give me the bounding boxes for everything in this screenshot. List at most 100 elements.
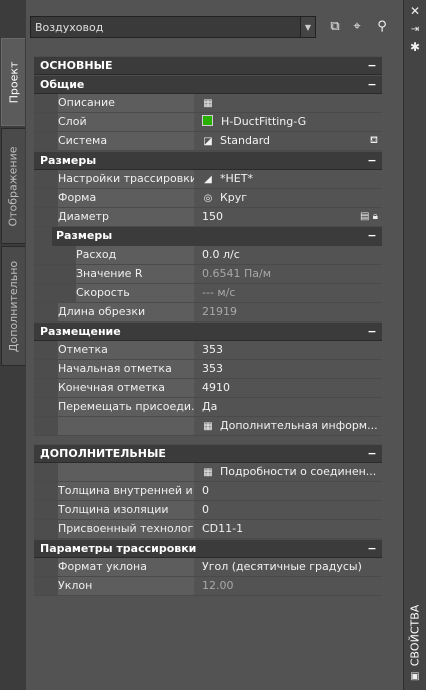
chevron-down-icon[interactable]: ▼ — [300, 17, 315, 37]
table-icon[interactable]: ▦ — [202, 464, 214, 481]
category-basic[interactable]: ОСНОВНЫЕ − — [34, 56, 382, 75]
row-gutter — [34, 246, 76, 264]
prop-label: Конечная отметка — [58, 379, 194, 397]
prop-slope-format[interactable]: Формат уклона Угол (десятичные градусы) — [34, 558, 382, 577]
add-selection-icon[interactable]: ⧉ — [326, 18, 344, 36]
category-sizes[interactable]: Размеры − — [34, 151, 382, 170]
prop-label — [58, 417, 194, 435]
slope-format-value[interactable]: Угол (десятичные градусы) — [202, 558, 382, 576]
inner-thickness-value[interactable]: 0 — [202, 482, 382, 500]
collapse-icon[interactable]: − — [366, 227, 378, 245]
layer-value: H-DuctFitting-G — [221, 115, 307, 128]
r-value: 0.6541 Па/м — [202, 267, 272, 280]
prop-value[interactable]: ◎ Круг — [202, 189, 382, 207]
prop-more-info[interactable]: ▦ Дополнительная информ... — [34, 417, 382, 436]
binoculars-icon[interactable]: ⛾ — [370, 132, 378, 150]
prop-routing-settings[interactable]: Настройки трассировки ◢ *НЕТ* — [34, 170, 382, 189]
collapse-icon[interactable]: − — [366, 323, 378, 341]
row-gutter — [34, 94, 58, 112]
prop-value[interactable]: ▦ Подробности о соединен... — [202, 463, 382, 481]
layer-color-swatch — [202, 115, 213, 126]
category-routing-params[interactable]: Параметры трассировки − — [34, 539, 382, 558]
prop-label: Длина обрезки — [58, 303, 194, 321]
prop-label — [58, 463, 194, 481]
collapse-icon[interactable]: − — [366, 540, 378, 558]
prop-move-attached[interactable]: Перемещать присоеди... Да — [34, 398, 382, 417]
prop-value[interactable]: ▦ Дополнительная информ... — [202, 417, 382, 435]
subcategory-sizes-label: Размеры — [56, 229, 113, 242]
prop-value[interactable]: 150 ▤ 🔒︎ — [202, 208, 382, 226]
technology-value[interactable]: CD11-1 — [202, 520, 382, 538]
table-icon[interactable]: ▦ — [202, 418, 214, 435]
row-gutter — [34, 501, 58, 519]
prop-r-value[interactable]: Значение R 0.6541 Па/м — [34, 265, 382, 284]
prop-shape[interactable]: Форма ◎ Круг — [34, 189, 382, 208]
prop-insulation[interactable]: Толщина изоляции 0 — [34, 501, 382, 520]
prop-label: Система — [58, 132, 194, 150]
row-gutter — [34, 227, 52, 246]
prop-slope[interactable]: Уклон 12.00 — [34, 577, 382, 596]
collapse-icon[interactable]: − — [366, 152, 378, 170]
quick-select-icon[interactable]: ⚲ — [373, 18, 391, 36]
prop-value[interactable]: H-DuctFitting-G — [202, 113, 382, 131]
tab-project-label: Проект — [7, 61, 20, 103]
lock-icon[interactable]: ▤ 🔒︎ — [360, 208, 378, 226]
left-tab-strip: Проект Отображение Дополнительно — [0, 0, 26, 690]
prop-inner-thickness[interactable]: Толщина внутренней и... 0 — [34, 482, 382, 501]
settings-icon[interactable]: ✱ — [404, 40, 426, 54]
prop-label: Толщина изоляции — [58, 501, 194, 519]
close-icon[interactable]: ✕ — [404, 4, 426, 18]
table-icon[interactable]: ▦ — [202, 95, 214, 112]
system-icon: ◪ — [203, 136, 213, 147]
end-elevation-value[interactable]: 4910 — [202, 379, 382, 397]
tab-extra[interactable]: Дополнительно — [1, 246, 25, 366]
row-gutter — [34, 398, 58, 416]
category-sizes-label: Размеры — [40, 154, 97, 167]
subcategory-sizes[interactable]: Размеры − — [34, 227, 382, 246]
category-additional[interactable]: ДОПОЛНИТЕЛЬНЫЕ − — [34, 444, 382, 463]
prop-start-elevation[interactable]: Начальная отметка 353 — [34, 360, 382, 379]
category-routing-params-label: Параметры трассировки — [40, 542, 197, 555]
collapse-icon[interactable]: − — [366, 57, 378, 75]
prop-technology[interactable]: Присвоенный технолог... CD11-1 — [34, 520, 382, 539]
prop-velocity[interactable]: Скорость --- м/с — [34, 284, 382, 303]
prop-cut-length[interactable]: Длина обрезки 21919 — [34, 303, 382, 322]
elevation-value[interactable]: 353 — [202, 341, 382, 359]
auto-hide-icon[interactable]: ⇥ — [404, 23, 426, 37]
insulation-value[interactable]: 0 — [202, 501, 382, 519]
move-attached-value[interactable]: Да — [202, 398, 382, 416]
prop-label: Описание — [58, 94, 194, 112]
tab-display[interactable]: Отображение — [1, 128, 25, 244]
round-shape-icon: ◎ — [203, 193, 213, 204]
collapse-icon[interactable]: − — [366, 76, 378, 94]
prop-value[interactable]: ◪ Standard ⛾ — [202, 132, 382, 150]
prop-flow[interactable]: Расход 0.0 л/с — [34, 246, 382, 265]
row-gutter — [34, 558, 58, 576]
row-gutter — [34, 265, 76, 283]
prop-description[interactable]: Описание ▦ — [34, 94, 382, 113]
flow-value[interactable]: 0.0 л/с — [202, 246, 382, 264]
prop-value[interactable]: ▦ — [202, 94, 382, 112]
category-placement[interactable]: Размещение − — [34, 322, 382, 341]
prop-elevation[interactable]: Отметка 353 — [34, 341, 382, 360]
prop-value[interactable]: ◢ *НЕТ* — [202, 170, 382, 188]
prop-connection-details[interactable]: ▦ Подробности о соединен... — [34, 463, 382, 482]
tab-project[interactable]: Проект — [1, 38, 25, 126]
diameter-value: 150 — [202, 210, 223, 223]
more-info-value: Дополнительная информ... — [220, 419, 378, 432]
start-elevation-value[interactable]: 353 — [202, 360, 382, 378]
palette-title-label: СВОЙСТВА — [408, 604, 422, 666]
category-placement-label: Размещение — [40, 325, 121, 338]
category-additional-label: ДОПОЛНИТЕЛЬНЫЕ — [40, 447, 166, 460]
prop-layer[interactable]: Слой H-DuctFitting-G — [34, 113, 382, 132]
category-general[interactable]: Общие − — [34, 75, 382, 94]
collapse-icon[interactable]: − — [366, 445, 378, 463]
object-type-dropdown[interactable]: Воздуховод ▼ — [30, 16, 316, 38]
select-objects-icon[interactable]: ⌖ — [348, 18, 366, 36]
prop-label: Форма — [58, 189, 194, 207]
palette-menu-icon[interactable]: ▣ — [404, 670, 426, 684]
prop-system[interactable]: Система ◪ Standard ⛾ — [34, 132, 382, 151]
prop-diameter[interactable]: Диаметр 150 ▤ 🔒︎ — [34, 208, 382, 227]
palette-title-bar: ✕ ⇥ ✱ СВОЙСТВА ▣ — [403, 0, 426, 690]
prop-end-elevation[interactable]: Конечная отметка 4910 — [34, 379, 382, 398]
